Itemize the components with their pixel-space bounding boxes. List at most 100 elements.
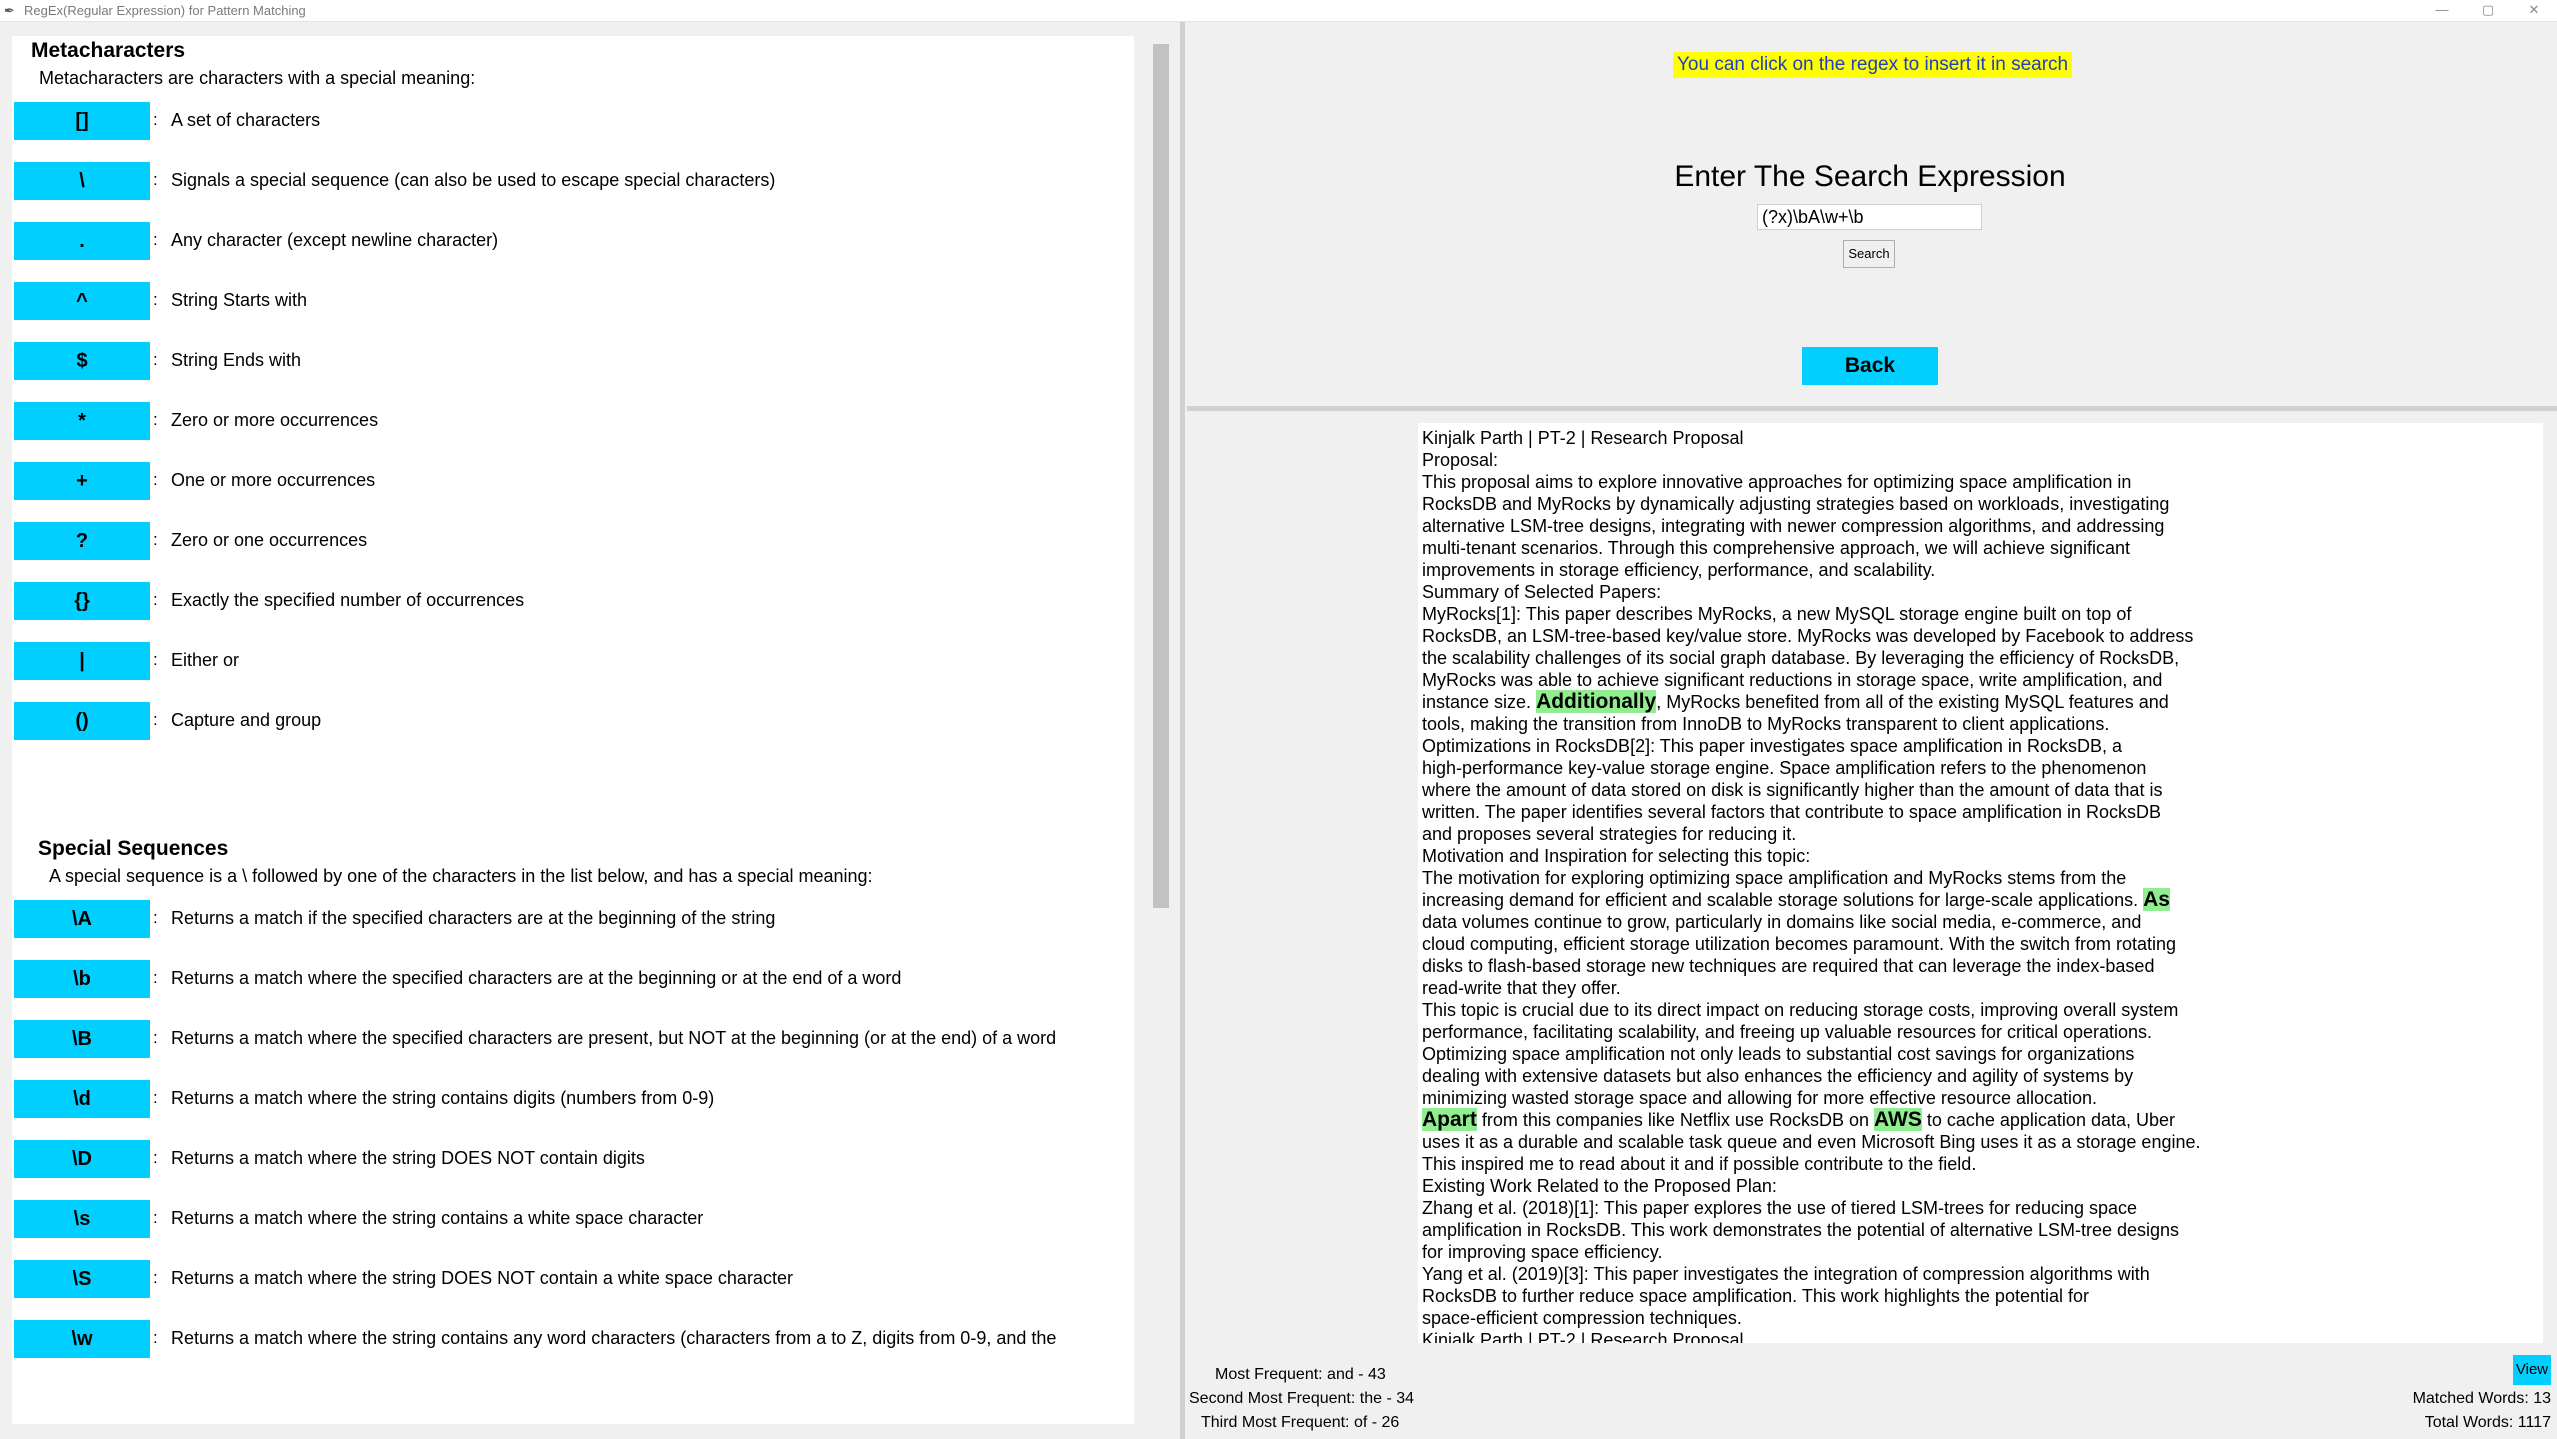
regex-description: A set of characters xyxy=(171,110,321,130)
document-text: alternative LSM-tree designs, integratin… xyxy=(1422,516,2165,536)
regex-button[interactable]: \ xyxy=(14,162,150,200)
metachar-row: [] : A set of characters xyxy=(14,102,1124,140)
metachar-row: () : Capture and group xyxy=(14,702,1124,740)
regex-button[interactable]: \b xyxy=(14,960,150,998)
special-seq-row: \D : Returns a match where the string DO… xyxy=(14,1140,1124,1178)
metachar-row: ^ : String Starts with xyxy=(14,282,1124,320)
regex-button[interactable]: ^ xyxy=(14,282,150,320)
special-seq-row: \B : Returns a match where the specified… xyxy=(14,1020,1124,1058)
maximize-button[interactable]: ▢ xyxy=(2465,0,2511,22)
special-seq-row: \b : Returns a match where the specified… xyxy=(14,960,1124,998)
document-line: RocksDB and MyRocks by dynamically adjus… xyxy=(1422,493,2539,515)
regex-button[interactable]: {} xyxy=(14,582,150,620)
separator: : xyxy=(153,410,158,429)
regex-button[interactable]: ? xyxy=(14,522,150,560)
regex-button[interactable]: + xyxy=(14,462,150,500)
regex-button[interactable]: \D xyxy=(14,1140,150,1178)
match-highlight: As xyxy=(2143,888,2170,911)
regex-button[interactable]: . xyxy=(14,222,150,260)
separator: : xyxy=(153,290,158,309)
metachar-row: | : Either or xyxy=(14,642,1124,680)
document-line: MyRocks[1]: This paper describes MyRocks… xyxy=(1422,603,2539,625)
document-line: data volumes continue to grow, particula… xyxy=(1422,911,2539,933)
document-text-area[interactable]: Kinjalk Parth | PT-2 | Research Proposal… xyxy=(1418,423,2543,1343)
regex-button[interactable]: \s xyxy=(14,1200,150,1238)
document-line: This proposal aims to explore innovative… xyxy=(1422,471,2539,493)
regex-description: Either or xyxy=(171,650,240,670)
hint-banner: You can click on the regex to insert it … xyxy=(1673,52,2073,78)
regex-button[interactable]: \A xyxy=(14,900,150,938)
regex-button[interactable]: [] xyxy=(14,102,150,140)
document-text: Kinjalk Parth | PT-2 | Research Proposal xyxy=(1422,428,1744,448)
document-line: read-write that they offer. xyxy=(1422,977,2539,999)
document-line: amplification in RocksDB. This work demo… xyxy=(1422,1219,2539,1241)
second-most-frequent-stat: Second Most Frequent: the - 34 xyxy=(1189,1390,1415,1407)
regex-button[interactable]: * xyxy=(14,402,150,440)
metachar-row: . : Any character (except newline charac… xyxy=(14,222,1124,260)
regex-description: String Starts with xyxy=(171,290,308,310)
document-text: Summary of Selected Papers: xyxy=(1422,582,1662,602)
document-line: Apart from this companies like Netflix u… xyxy=(1422,1108,2539,1131)
metachar-row: {} : Exactly the specified number of occ… xyxy=(14,582,1124,620)
document-text: MyRocks[1]: This paper describes MyRocks… xyxy=(1422,604,2132,624)
document-line: MyRocks was able to achieve significant … xyxy=(1422,669,2539,691)
document-text: , MyRocks benefited from all of the exis… xyxy=(1656,692,2169,712)
match-highlight: AWS xyxy=(1874,1108,1922,1131)
regex-description: Returns a match where the string DOES NO… xyxy=(171,1268,793,1288)
separator: : xyxy=(153,530,158,549)
document-text: MyRocks was able to achieve significant … xyxy=(1422,670,2163,690)
regex-button[interactable]: | xyxy=(14,642,150,680)
document-text: to cache application data, Uber xyxy=(1921,1110,2176,1130)
document-text: tools, making the transition from InnoDB… xyxy=(1422,714,2110,734)
metachar-row: \ : Signals a special sequence (can also… xyxy=(14,162,1124,200)
document-line: Summary of Selected Papers: xyxy=(1422,581,2539,603)
document-line: This topic is crucial due to its direct … xyxy=(1422,999,2539,1021)
regex-button[interactable]: \w xyxy=(14,1320,150,1358)
regex-description: Capture and group xyxy=(171,710,322,730)
regex-description: Zero or one occurrences xyxy=(171,530,368,550)
search-button[interactable]: Search xyxy=(1843,240,1895,268)
document-text: the scalability challenges of its social… xyxy=(1422,648,2180,668)
document-line: Yang et al. (2019)[3]: This paper invest… xyxy=(1422,1263,2539,1285)
special-seq-row: \w : Returns a match where the string co… xyxy=(14,1320,1124,1358)
regex-description: One or more occurrences xyxy=(171,470,376,490)
special-seq-row: \s : Returns a match where the string co… xyxy=(14,1200,1124,1238)
separator: : xyxy=(153,908,158,927)
document-line: The motivation for exploring optimizing … xyxy=(1422,867,2539,889)
separator: : xyxy=(153,350,158,369)
view-button[interactable]: View xyxy=(2513,1355,2551,1385)
minimize-button[interactable]: — xyxy=(2419,0,2465,22)
back-button[interactable]: Back xyxy=(1802,347,1938,385)
special-seq-row: \A : Returns a match if the specified ch… xyxy=(14,900,1124,938)
document-line: increasing demand for efficient and scal… xyxy=(1422,888,2539,911)
regex-description: Returns a match where the specified char… xyxy=(171,1028,1057,1048)
document-line: disks to flash-based storage new techniq… xyxy=(1422,955,2539,977)
regex-button[interactable]: \d xyxy=(14,1080,150,1118)
regex-button[interactable]: () xyxy=(14,702,150,740)
separator: : xyxy=(153,1088,158,1107)
document-line: Motivation and Inspiration for selecting… xyxy=(1422,845,2539,867)
regex-description: Returns a match where the string DOES NO… xyxy=(171,1148,645,1168)
separator: : xyxy=(153,968,158,987)
separator: : xyxy=(153,1208,158,1227)
document-text: cloud computing, efficient storage utili… xyxy=(1422,934,2177,954)
left-scrollbar-thumb[interactable] xyxy=(1153,44,1169,908)
search-input[interactable] xyxy=(1757,204,1982,230)
document-text: dealing with extensive datasets but also… xyxy=(1422,1066,2134,1086)
document-text: Motivation and Inspiration for selecting… xyxy=(1422,846,1811,866)
match-highlight: Apart xyxy=(1422,1108,1477,1131)
metacharacters-description: Metacharacters are characters with a spe… xyxy=(39,68,476,88)
document-line: high-performance key-value storage engin… xyxy=(1422,757,2539,779)
regex-description: Returns a match where the string contain… xyxy=(171,1328,1057,1348)
document-text: This proposal aims to explore innovative… xyxy=(1422,472,2132,492)
close-button[interactable]: ✕ xyxy=(2511,0,2557,22)
document-line: improvements in storage efficiency, perf… xyxy=(1422,559,2539,581)
regex-button[interactable]: \B xyxy=(14,1020,150,1058)
regex-description: Returns a match where the string contain… xyxy=(171,1088,715,1108)
regex-button[interactable]: $ xyxy=(14,342,150,380)
horizontal-divider xyxy=(1187,406,2557,411)
regex-button[interactable]: \S xyxy=(14,1260,150,1298)
most-frequent-stat: Most Frequent: and - 43 xyxy=(1215,1366,1386,1383)
separator: : xyxy=(153,590,158,609)
regex-description: Zero or more occurrences xyxy=(171,410,379,430)
